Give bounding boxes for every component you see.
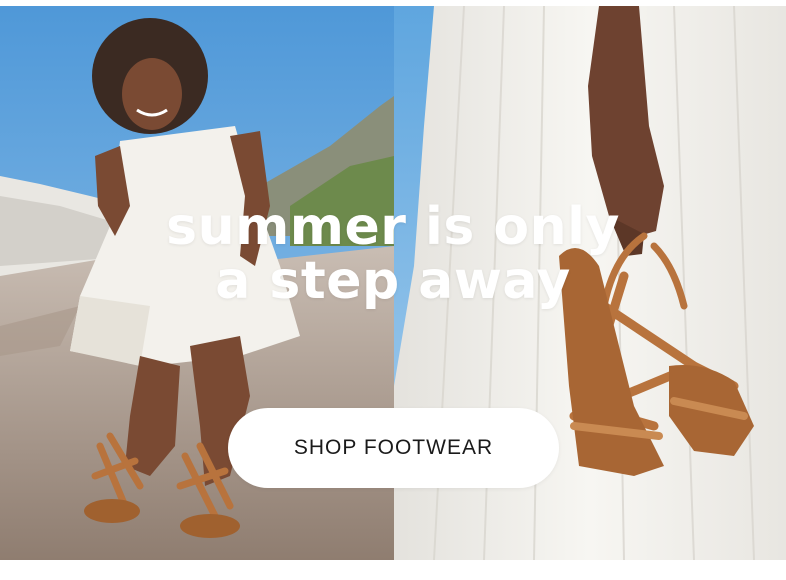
headline-line-1: summer is only [166, 197, 620, 257]
headline-line-2: a step away [215, 251, 571, 311]
shop-footwear-label: SHOP FOOTWEAR [293, 436, 494, 459]
promo-banner[interactable]: summer is only a step away SHOP FOOTWEAR [0, 0, 786, 580]
shop-footwear-button[interactable]: SHOP FOOTWEAR [228, 408, 559, 488]
promo-headline: summer is only a step away [0, 200, 786, 308]
